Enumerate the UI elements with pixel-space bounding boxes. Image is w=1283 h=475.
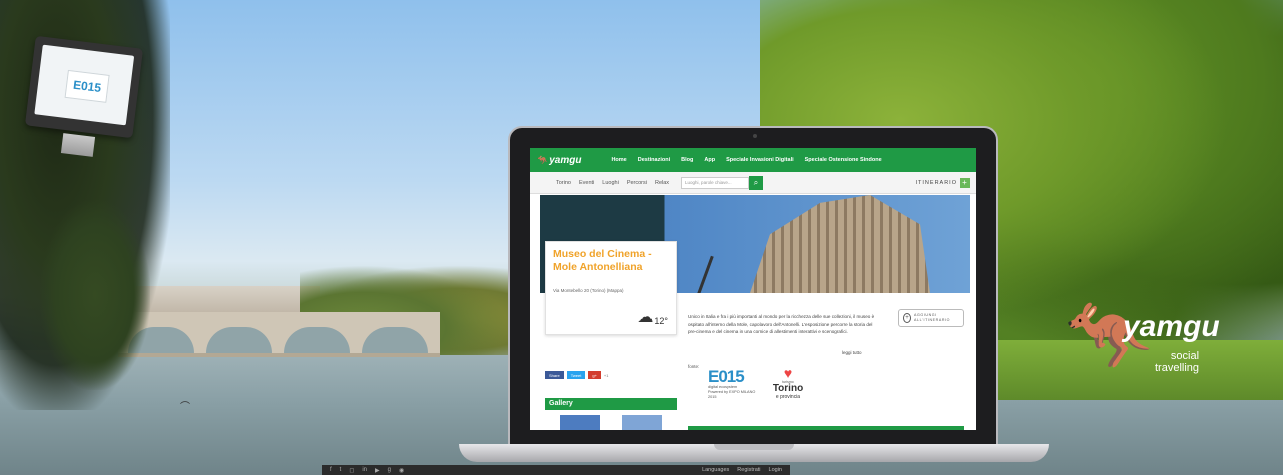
bridge-arch: [206, 327, 272, 353]
subnav-torino[interactable]: Torino: [556, 180, 571, 186]
add-to-itinerary-label: AGGIUNGI ALL'ITINERARIO: [913, 313, 951, 322]
laptop-screen: 🦘 yamgu Home Destinazioni Blog App Speci…: [530, 148, 976, 430]
poi-title: Museo del Cinema - Mole Antonelliana: [553, 248, 652, 273]
torino-logo-main: Torino: [772, 383, 804, 394]
site-logo[interactable]: 🦘 yamgu: [536, 155, 581, 166]
laptop-notch: [714, 444, 794, 450]
bridge-arch: [362, 327, 428, 353]
laptop-base: [459, 444, 1049, 462]
tree-left-small: [40, 200, 150, 390]
rss-icon[interactable]: ◉: [399, 467, 404, 474]
instagram-icon[interactable]: ◻: [349, 467, 354, 474]
source-label: fonte:: [688, 364, 700, 369]
gallery-thumb[interactable]: [560, 415, 600, 430]
monitor-stand: [60, 133, 96, 157]
torino-logo-prov: e provincia: [775, 394, 801, 400]
monitor-screen: E015: [34, 44, 135, 126]
itinerary-button[interactable]: ITINERARIO +: [915, 177, 970, 188]
camera-dot: [753, 134, 757, 138]
footer-bar: f t ◻ in ▶ g ◉ Languages Registrati Logi…: [322, 465, 790, 475]
yamgu-tagline-2: travelling: [1155, 362, 1200, 374]
gplus-count: +1: [603, 372, 609, 378]
site-logo-text: yamgu: [549, 154, 582, 166]
facebook-icon[interactable]: f: [330, 467, 332, 473]
twitter-icon[interactable]: t: [340, 467, 342, 473]
login-link[interactable]: Login: [769, 467, 782, 473]
temperature: 12°: [654, 316, 668, 326]
pin-icon: +: [903, 313, 911, 323]
nav-destinazioni[interactable]: Destinazioni: [638, 157, 670, 163]
itinerary-label: ITINERARIO: [915, 179, 957, 186]
sub-navbar: Torino Eventi Luoghi Percorsi Relax Luog…: [530, 172, 976, 194]
add-to-itinerary-button[interactable]: + AGGIUNGI ALL'ITINERARIO: [898, 309, 964, 327]
gplus-icon[interactable]: g: [388, 467, 391, 473]
gallery-thumb[interactable]: [622, 415, 662, 430]
nav-invasioni-digitali[interactable]: Speciale Invasioni Digitali: [726, 157, 794, 163]
search-button[interactable]: ⌕: [749, 175, 764, 190]
nav-ostensione-sindone[interactable]: Speciale Ostensione Sindone: [805, 157, 882, 163]
languages-link[interactable]: Languages: [702, 467, 729, 473]
monitor-e015-logo: E015: [64, 69, 110, 103]
e015-logo-text: E015: [708, 367, 745, 386]
weather-widget: ☁ 12°: [637, 309, 668, 327]
search-input[interactable]: Luoghi, parole chiave...: [681, 176, 750, 189]
torino-logo[interactable]: ♥ turismo Torino e provincia: [766, 366, 810, 400]
subnav-percorsi[interactable]: Percorsi: [627, 180, 647, 186]
plus-icon: +: [960, 177, 970, 188]
subnav-luoghi[interactable]: Luoghi: [602, 180, 619, 186]
read-more-link[interactable]: leggi tutto: [842, 350, 862, 355]
cloud-rain-icon: ☁: [637, 309, 654, 326]
nav-blog[interactable]: Blog: [681, 157, 693, 163]
kangaroo-icon: 🦘: [536, 154, 548, 165]
facebook-share-button[interactable]: Share: [545, 371, 564, 379]
yamgu-tagline-1: social: [1170, 350, 1200, 362]
site-navbar: 🦘 yamgu Home Destinazioni Blog App Speci…: [530, 148, 976, 172]
bridge-arch: [284, 327, 350, 353]
poi-card: Museo del Cinema - Mole Antonelliana Via…: [545, 241, 677, 335]
gplus-button[interactable]: g+: [588, 371, 601, 379]
gallery-title: Gallery: [545, 398, 677, 410]
nav-home[interactable]: Home: [611, 157, 626, 163]
bird-icon: ⌒: [180, 402, 190, 413]
yamgu-tagline: social travelling: [1155, 350, 1199, 374]
tweet-button[interactable]: Tweet: [566, 371, 586, 379]
poi-description: Unico in Italia e fra i più importanti a…: [688, 314, 875, 334]
yamgu-logo: 🦘 yamgu social travelling: [1065, 295, 1235, 385]
linkedin-icon[interactable]: in: [362, 467, 367, 473]
subnav-relax[interactable]: Relax: [655, 180, 669, 186]
crane-shape: [697, 255, 714, 293]
search-icon: ⌕: [753, 177, 759, 187]
footer-links: Languages Registrati Login: [694, 467, 782, 473]
e015-logo[interactable]: E015 digital ecosystem Powered by EXPO M…: [708, 368, 758, 400]
subnav-eventi[interactable]: Eventi: [579, 180, 594, 186]
nav-app[interactable]: App: [704, 157, 715, 163]
green-divider: [688, 426, 964, 430]
social-buttons: Share Tweet g+ +1: [545, 371, 608, 379]
heart-icon: ♥: [783, 365, 793, 381]
mole-dome-image: [750, 195, 930, 293]
monitor-device: E015: [24, 35, 144, 139]
youtube-icon[interactable]: ▶: [375, 467, 380, 474]
register-link[interactable]: Registrati: [737, 467, 760, 473]
e015-logo-sub2: Powered by EXPO MILANO 2015: [708, 390, 756, 399]
laptop-device: 🦘 yamgu Home Destinazioni Blog App Speci…: [508, 126, 998, 446]
poi-address[interactable]: Via Montebello 20 (Torino) (Mappa): [553, 288, 669, 293]
yamgu-wordmark: yamgu: [1123, 310, 1220, 343]
